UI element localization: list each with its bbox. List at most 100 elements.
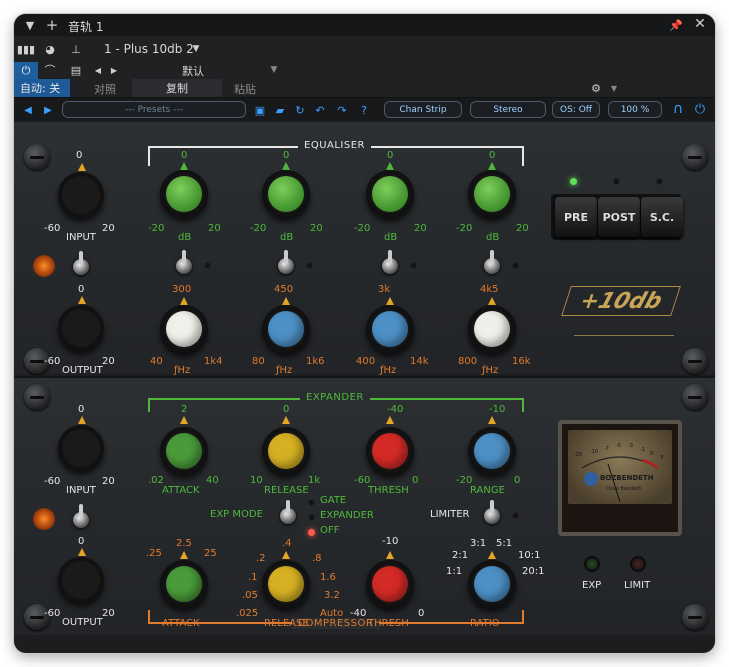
screw-icon xyxy=(24,144,50,170)
freq-unit: ƒHz xyxy=(380,365,397,376)
headphones-icon[interactable]: ∩ xyxy=(670,101,686,117)
pin-icon[interactable]: 📌 xyxy=(668,17,684,33)
exp-mode-expander[interactable]: EXPANDER xyxy=(320,510,374,521)
dyn-output-knob[interactable] xyxy=(58,557,104,603)
stereo-button[interactable]: Stereo xyxy=(470,101,546,118)
prev-icon[interactable]: ◀ xyxy=(20,102,36,118)
dyn-input-knob[interactable] xyxy=(58,425,104,471)
exp-thresh-knob[interactable] xyxy=(366,427,414,475)
freq-scale-max: 16k xyxy=(512,356,531,367)
eq-gain-knob[interactable] xyxy=(160,170,208,218)
eq-gain-knob[interactable] xyxy=(468,170,516,218)
scale-max: 1k xyxy=(308,475,321,486)
add-icon[interactable]: + xyxy=(44,16,60,34)
gain-pointer xyxy=(282,162,290,170)
dyn-input-pointer xyxy=(78,416,86,424)
next-preset-icon[interactable]: ▶ xyxy=(106,62,122,78)
band-toggle[interactable] xyxy=(176,250,192,274)
chan-strip-button[interactable]: Chan Strip xyxy=(384,101,462,118)
gain-unit: dB xyxy=(178,232,192,243)
bypass-toggle[interactable] xyxy=(73,251,89,275)
power-icon[interactable]: ⏻ xyxy=(692,101,708,117)
chevron-down-icon[interactable]: ▼ xyxy=(266,62,282,78)
knob-cap xyxy=(166,566,202,602)
freq-unit: ƒHz xyxy=(174,365,191,376)
power-icon[interactable]: ⏻ xyxy=(14,62,38,79)
collapse-icon[interactable]: ▼ xyxy=(22,17,38,33)
eq-freq-knob[interactable] xyxy=(160,305,208,353)
save-icon[interactable]: ▣ xyxy=(252,102,268,118)
knob-cap xyxy=(372,176,408,212)
folder-icon[interactable]: ▰ xyxy=(272,102,288,118)
eq-freq-knob[interactable] xyxy=(468,305,516,353)
brand-logo: +10db xyxy=(561,286,681,316)
exp-attack-knob[interactable] xyxy=(160,427,208,475)
output-gain-knob[interactable] xyxy=(58,305,104,351)
gain-unit: dB xyxy=(486,232,500,243)
exp-mode-gate[interactable]: GATE xyxy=(320,495,346,506)
gain-scale-min: -20 xyxy=(250,223,267,234)
comp-release-knob[interactable] xyxy=(262,560,310,608)
input-gain-knob[interactable] xyxy=(58,172,104,218)
next-icon[interactable]: ▶ xyxy=(40,102,56,118)
pre-button[interactable]: PRE xyxy=(555,197,597,237)
comp-thresh-knob[interactable] xyxy=(366,560,414,608)
freq-pointer xyxy=(488,297,496,305)
sc-button[interactable]: S.C. xyxy=(641,197,683,237)
compare-button[interactable]: 对照 xyxy=(94,81,116,97)
zoom-button[interactable]: 100 % xyxy=(608,101,662,118)
prev-preset-icon[interactable]: ◀ xyxy=(90,62,106,78)
eq-freq-knob[interactable] xyxy=(366,305,414,353)
eq-gain-knob[interactable] xyxy=(366,170,414,218)
chevron-down-icon[interactable]: ▼ xyxy=(606,80,622,96)
sidechain-icon[interactable]: ⌒ xyxy=(42,62,58,78)
exp-mode-toggle[interactable] xyxy=(280,500,296,524)
limiter-toggle[interactable] xyxy=(484,500,500,524)
plugin-icon[interactable]: ◕ xyxy=(42,41,58,57)
document-icon[interactable]: ▤ xyxy=(68,62,84,78)
plugin-header: ◀ ▶ --- Presets --- ▣ ▰ ↻ ↶ ↷ ? Chan Str… xyxy=(14,97,715,121)
exp-range-knob[interactable] xyxy=(468,427,516,475)
refresh-icon[interactable]: ↻ xyxy=(292,102,308,118)
redo-icon[interactable]: ↷ xyxy=(334,102,350,118)
scale-top: -10 xyxy=(489,404,506,415)
mixer-icon[interactable]: ▮▮▮ xyxy=(17,41,35,57)
band-toggle[interactable] xyxy=(382,250,398,274)
oversampling-button[interactable]: OS: Off xyxy=(552,101,600,118)
band-toggle[interactable] xyxy=(278,250,294,274)
dyn-input-scale-min: -60 xyxy=(44,476,61,487)
dyn-input-scale-max: 20 xyxy=(102,476,115,487)
close-icon[interactable]: ✕ xyxy=(692,16,708,32)
comp-ratio-knob[interactable] xyxy=(468,560,516,608)
dyn-output-pointer xyxy=(78,548,86,556)
knob-pointer xyxy=(282,551,290,559)
gear-icon[interactable]: ⚙ xyxy=(588,80,604,96)
vu-mark: -3 xyxy=(628,443,633,449)
ratio-scale-mark: 1:1 xyxy=(446,566,463,577)
routing-icon[interactable]: ⊥ xyxy=(68,41,84,57)
exp-release-knob[interactable] xyxy=(262,427,310,475)
gain-scale-max: 20 xyxy=(414,223,427,234)
gain-scale-min: -20 xyxy=(456,223,473,234)
undo-icon[interactable]: ↶ xyxy=(312,102,328,118)
exp-attack-knob-label: ATTACK xyxy=(162,485,200,496)
help-icon[interactable]: ? xyxy=(356,102,372,118)
copy-button[interactable]: 复制 xyxy=(132,79,222,97)
post-button[interactable]: POST xyxy=(598,197,640,237)
comp-attack-knob[interactable] xyxy=(160,560,208,608)
eq-gain-knob[interactable] xyxy=(262,170,310,218)
presets-dropdown[interactable]: --- Presets --- xyxy=(62,101,246,118)
preset-name[interactable]: 1 - Plus 10db 2 xyxy=(104,42,194,56)
exp-mode-off[interactable]: OFF xyxy=(320,525,339,536)
dyn-bypass-toggle[interactable] xyxy=(73,504,89,528)
freq-pointer xyxy=(386,297,394,305)
paste-button[interactable]: 粘贴 xyxy=(234,81,256,97)
chevron-down-icon[interactable]: ▼ xyxy=(188,41,204,57)
band-toggle[interactable] xyxy=(484,250,500,274)
gain-scale-top: 0 xyxy=(181,150,188,161)
default-preset-label[interactable]: 默认 xyxy=(182,63,204,79)
gain-scale-min: -20 xyxy=(148,223,165,234)
scale-min: .25 xyxy=(146,548,162,559)
auto-toggle[interactable]: 自动: 关 xyxy=(14,79,70,97)
eq-freq-knob[interactable] xyxy=(262,305,310,353)
